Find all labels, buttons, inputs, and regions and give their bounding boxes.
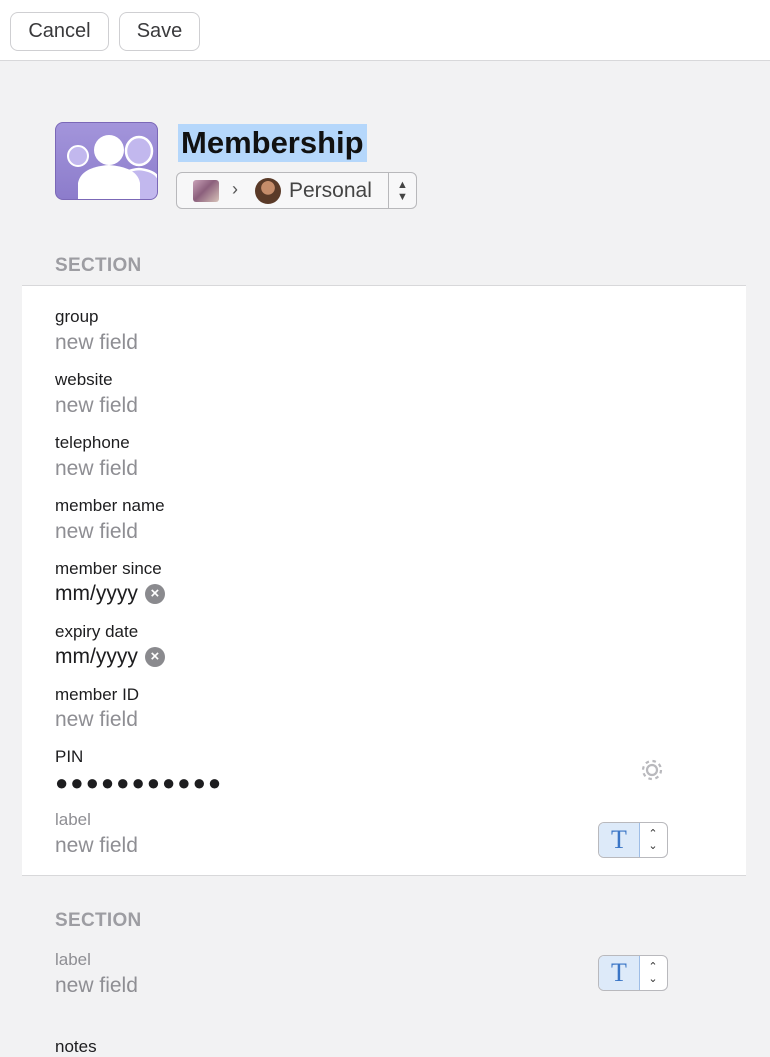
field-value-website[interactable]: new field [55,394,138,418]
member-since-date[interactable]: mm/yyyy [55,582,138,605]
chevron-up-icon: ⌃ [648,828,658,840]
select-stepper-icon: ▲ ▼ [388,172,416,209]
field-label-custom[interactable]: label [55,810,91,830]
cancel-button[interactable]: Cancel [10,12,109,51]
save-button[interactable]: Save [119,12,200,51]
vault-select[interactable]: › Personal ▲ ▼ [176,172,417,209]
field-value-custom[interactable]: new field [55,834,138,858]
field-type-picker[interactable]: T ⌃ ⌄ [598,955,668,991]
clear-icon[interactable]: × [144,584,165,604]
field-label-member-since[interactable]: member since [55,559,162,579]
text-type-icon: T [599,823,640,857]
chevron-down-icon: ⌄ [648,840,658,852]
section-header-2: SECTION [55,910,142,931]
text-type-icon: T [599,956,640,990]
field-label-website[interactable]: website [55,370,113,390]
gear-icon[interactable] [639,757,665,783]
field-label-pin[interactable]: PIN [55,747,83,767]
field-label-member-name[interactable]: member name [55,496,165,516]
chevron-right-icon: › [232,179,238,199]
chevron-down-icon: ⌄ [648,973,658,985]
field-value-pin[interactable]: ●●●●●●●●●●● [55,770,223,796]
toolbar: Cancel Save [0,0,770,61]
membership-people-icon[interactable] [55,122,158,200]
account-thumbnail [193,180,219,202]
field-label-expiry-date[interactable]: expiry date [55,622,138,642]
expiry-date[interactable]: mm/yyyy [55,645,138,668]
chevron-up-icon: ⌃ [648,961,658,973]
field-value-telephone[interactable]: new field [55,457,138,481]
field-value-member-since[interactable]: mm/yyyy × [55,582,165,606]
field-value-member-name[interactable]: new field [55,520,138,544]
vault-name: Personal [289,179,372,202]
field-label-section2[interactable]: label [55,950,91,970]
field-value-member-id[interactable]: new field [55,708,138,732]
field-label-group[interactable]: group [55,307,98,327]
item-title-field[interactable]: Membership [178,124,367,162]
field-value-expiry-date[interactable]: mm/yyyy × [55,645,165,669]
field-label-telephone[interactable]: telephone [55,433,130,453]
chevron-up-icon: ▲ [397,178,408,191]
field-value-group[interactable]: new field [55,331,138,355]
vault-avatar [255,178,281,204]
clear-icon[interactable]: × [144,647,165,667]
notes-label[interactable]: notes [55,1037,97,1057]
section-header-1: SECTION [55,255,142,276]
stepper-icon: ⌃ ⌄ [639,956,667,990]
field-type-picker[interactable]: T ⌃ ⌄ [598,822,668,858]
field-label-member-id[interactable]: member ID [55,685,139,705]
item-title[interactable]: Membership [178,124,367,162]
field-value-section2[interactable]: new field [55,974,138,998]
stepper-icon: ⌃ ⌄ [639,823,667,857]
chevron-down-icon: ▼ [397,190,408,203]
